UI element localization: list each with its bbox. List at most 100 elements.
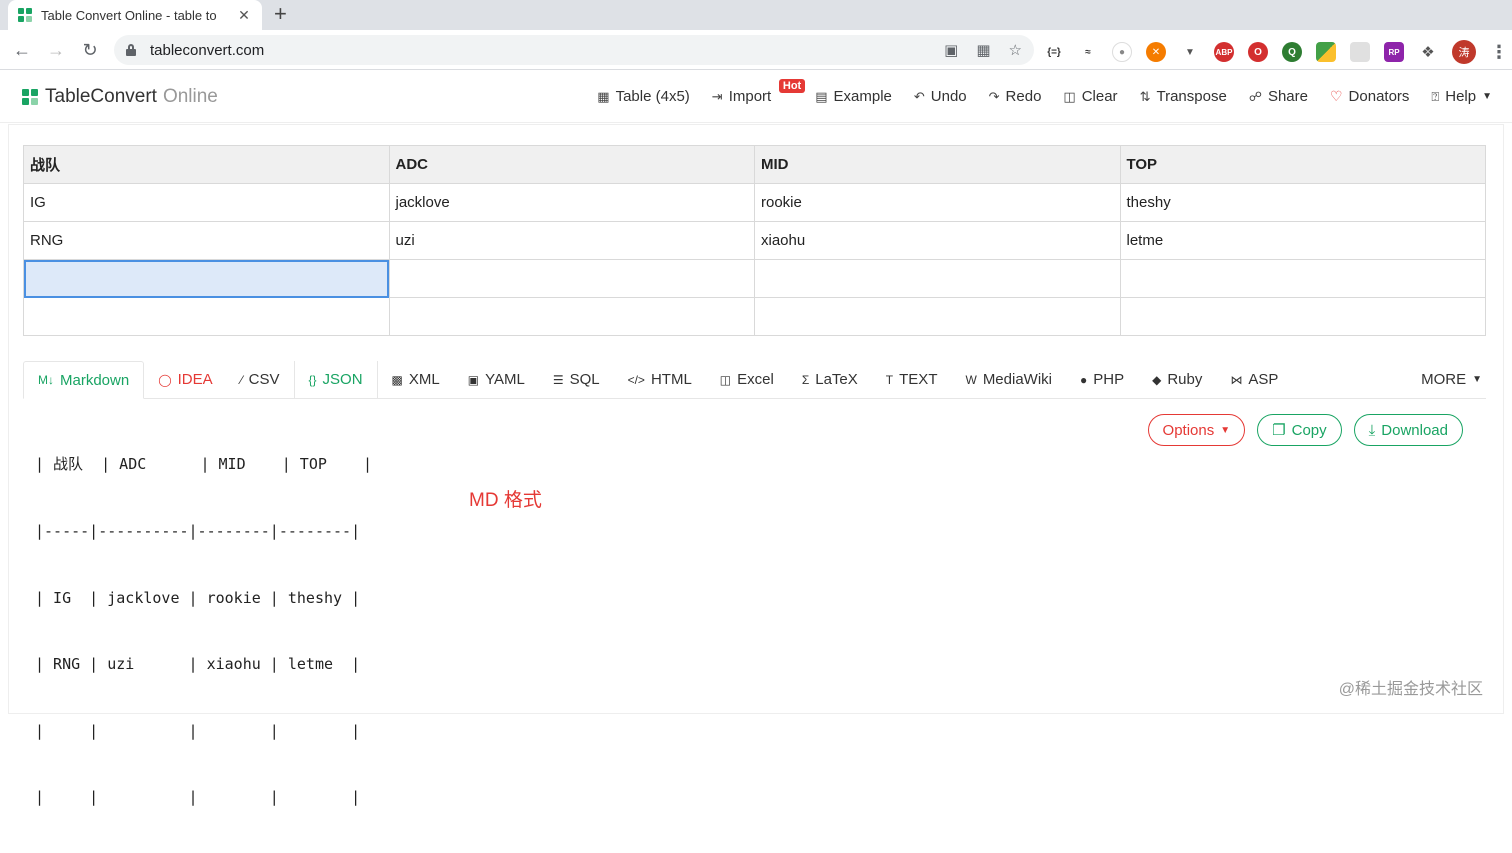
nav-undo[interactable]: ↶ Undo <box>914 88 967 105</box>
tableconvert-favicon-icon <box>18 8 32 22</box>
brand-suffix: Online <box>162 86 218 107</box>
browser-tab[interactable]: Table Convert Online - table to ✕ <box>8 0 262 30</box>
table-cell[interactable] <box>754 259 1121 298</box>
colorful-extension-icon[interactable] <box>1316 42 1336 62</box>
trash-icon: ◫ <box>1063 88 1076 104</box>
vue-devtools-icon[interactable]: ▼ <box>1180 42 1200 62</box>
new-tab-button[interactable]: + <box>274 3 287 25</box>
address-bar[interactable]: tableconvert.com ▣ ▦ ☆ <box>114 35 1034 65</box>
tab-json[interactable]: {} JSON <box>293 361 378 398</box>
tab-idea[interactable]: ◯ IDEA <box>144 361 226 398</box>
tab-label: TEXT <box>899 371 938 388</box>
import-icon: ⇥ <box>711 88 723 104</box>
tab-html[interactable]: </> HTML <box>614 361 706 398</box>
table-cell[interactable]: uzi <box>388 221 755 260</box>
nav-example[interactable]: ▤ Example <box>815 88 892 105</box>
options-button[interactable]: Options ▼ <box>1147 414 1246 446</box>
tab-text[interactable]: T TEXT <box>872 361 952 398</box>
table-cell[interactable]: theshy <box>1119 183 1486 222</box>
bookmark-star-icon[interactable]: ☆ <box>1009 41 1022 59</box>
extensions-puzzle-icon[interactable]: ❖ <box>1418 42 1438 62</box>
nav-import[interactable]: ⇥ Import Hot <box>711 79 806 105</box>
tab-label: XML <box>408 371 440 388</box>
translate-extension-icon[interactable]: ≈ <box>1078 42 1098 62</box>
tab-php[interactable]: ● PHP <box>1066 361 1138 398</box>
brand[interactable]: TableConvert Online <box>22 86 218 108</box>
tab-yaml[interactable]: ▣ YAML <box>454 361 539 398</box>
json-extension-icon[interactable]: {=} <box>1044 42 1064 62</box>
tab-label: PHP <box>1093 371 1125 388</box>
table-header-cell[interactable]: ADC <box>388 145 755 184</box>
tab-csv[interactable]: ⁄ CSV <box>227 361 294 398</box>
close-tab-icon[interactable]: ✕ <box>236 7 252 24</box>
profile-avatar[interactable]: 涛 <box>1452 40 1476 64</box>
nav-help[interactable]: ⍰ Help ▼ <box>1431 88 1492 105</box>
tab-xml[interactable]: ▩ XML <box>378 361 454 398</box>
annotation-label: MD 格式 <box>469 490 542 511</box>
purple-extension-icon[interactable]: RP <box>1384 42 1404 62</box>
php-icon: ● <box>1080 372 1088 387</box>
back-arrow-icon[interactable]: ← <box>10 38 34 62</box>
tab-label: HTML <box>650 371 692 388</box>
table-header-cell[interactable]: TOP <box>1119 145 1486 184</box>
nav-label: Table (4x5) <box>615 88 690 105</box>
red-extension-icon[interactable]: O <box>1248 42 1268 62</box>
selected-table-cell[interactable] <box>23 259 390 298</box>
tab-sql[interactable]: ☰ SQL <box>539 361 614 398</box>
cast-icon[interactable]: ▣ <box>944 41 958 59</box>
translate-icon[interactable]: ▦ <box>976 41 990 59</box>
copy-button[interactable]: ❐ Copy <box>1257 414 1342 446</box>
nav-donators[interactable]: ♡ Donators <box>1330 88 1409 105</box>
tab-mediawiki[interactable]: W MediaWiki <box>951 361 1066 398</box>
table-header-cell[interactable]: 战队 <box>23 145 390 184</box>
tab-markdown[interactable]: M↓ Markdown <box>23 361 145 399</box>
table-cell[interactable] <box>1119 297 1486 336</box>
table-header-cell[interactable]: MID <box>754 145 1121 184</box>
nav-share[interactable]: ☍ Share <box>1249 88 1308 105</box>
nav-table-size[interactable]: ▦ Table (4x5) <box>597 88 690 105</box>
nav-redo[interactable]: ↷ Redo <box>989 88 1042 105</box>
orange-extension-icon[interactable]: ✕ <box>1146 42 1166 62</box>
markdown-output[interactable]: | 战队 | ADC | MID | TOP | |-----|--------… <box>35 409 372 853</box>
nav-clear[interactable]: ◫ Clear <box>1063 88 1117 105</box>
tab-latex[interactable]: Σ LaTeX <box>788 361 872 398</box>
table-cell[interactable] <box>754 297 1121 336</box>
browser-menu-icon[interactable]: ⋮ <box>1490 42 1508 63</box>
tab-asp[interactable]: ⋈ ASP <box>1216 361 1292 398</box>
adblock-icon[interactable]: ABP <box>1214 42 1234 62</box>
panda-extension-icon[interactable]: ● <box>1112 42 1132 62</box>
gray-extension-icon[interactable] <box>1350 42 1370 62</box>
tab-ruby[interactable]: ◆ Ruby <box>1138 361 1216 398</box>
table-cell[interactable]: jacklove <box>388 183 755 222</box>
transpose-icon: ⇅ <box>1139 88 1151 104</box>
lock-icon <box>126 44 136 56</box>
nav-transpose[interactable]: ⇅ Transpose <box>1140 88 1227 105</box>
download-button[interactable]: ⤓ Download <box>1353 414 1463 446</box>
more-formats-dropdown[interactable]: MORE ▼ <box>1407 361 1486 398</box>
redo-icon: ↷ <box>988 88 1000 104</box>
download-label: Download <box>1381 421 1448 439</box>
main-nav: ▦ Table (4x5) ⇥ Import Hot ▤ Example ↶ Undo ↷… <box>597 79 1492 105</box>
table-header-row: 战队 ADC MID TOP <box>23 145 1486 184</box>
wikipedia-icon: W <box>965 372 977 387</box>
table-cell[interactable]: xiaohu <box>754 221 1121 260</box>
nav-label: Transpose <box>1156 88 1227 105</box>
table-cell[interactable]: RNG <box>23 221 390 260</box>
share-icon: ☍ <box>1248 88 1262 104</box>
output-line: | | | | | <box>35 788 361 807</box>
table-cell[interactable] <box>23 297 390 336</box>
table-cell[interactable]: rookie <box>754 183 1121 222</box>
table-cell[interactable]: letme <box>1119 221 1486 260</box>
braces-icon: {} <box>308 372 317 387</box>
tab-label: SQL <box>569 371 600 388</box>
green-extension-icon[interactable]: Q <box>1282 42 1302 62</box>
table-cell[interactable] <box>388 297 755 336</box>
table-cell[interactable]: IG <box>23 183 390 222</box>
tab-excel[interactable]: ◫ Excel <box>706 361 788 398</box>
table-cell[interactable] <box>388 259 755 298</box>
output-line: | RNG | uzi | xiaohu | letme | <box>35 655 361 674</box>
reload-icon[interactable]: ↻ <box>78 38 102 62</box>
forward-arrow-icon[interactable]: → <box>44 38 68 62</box>
tab-label: IDEA <box>177 371 213 388</box>
table-cell[interactable] <box>1119 259 1486 298</box>
